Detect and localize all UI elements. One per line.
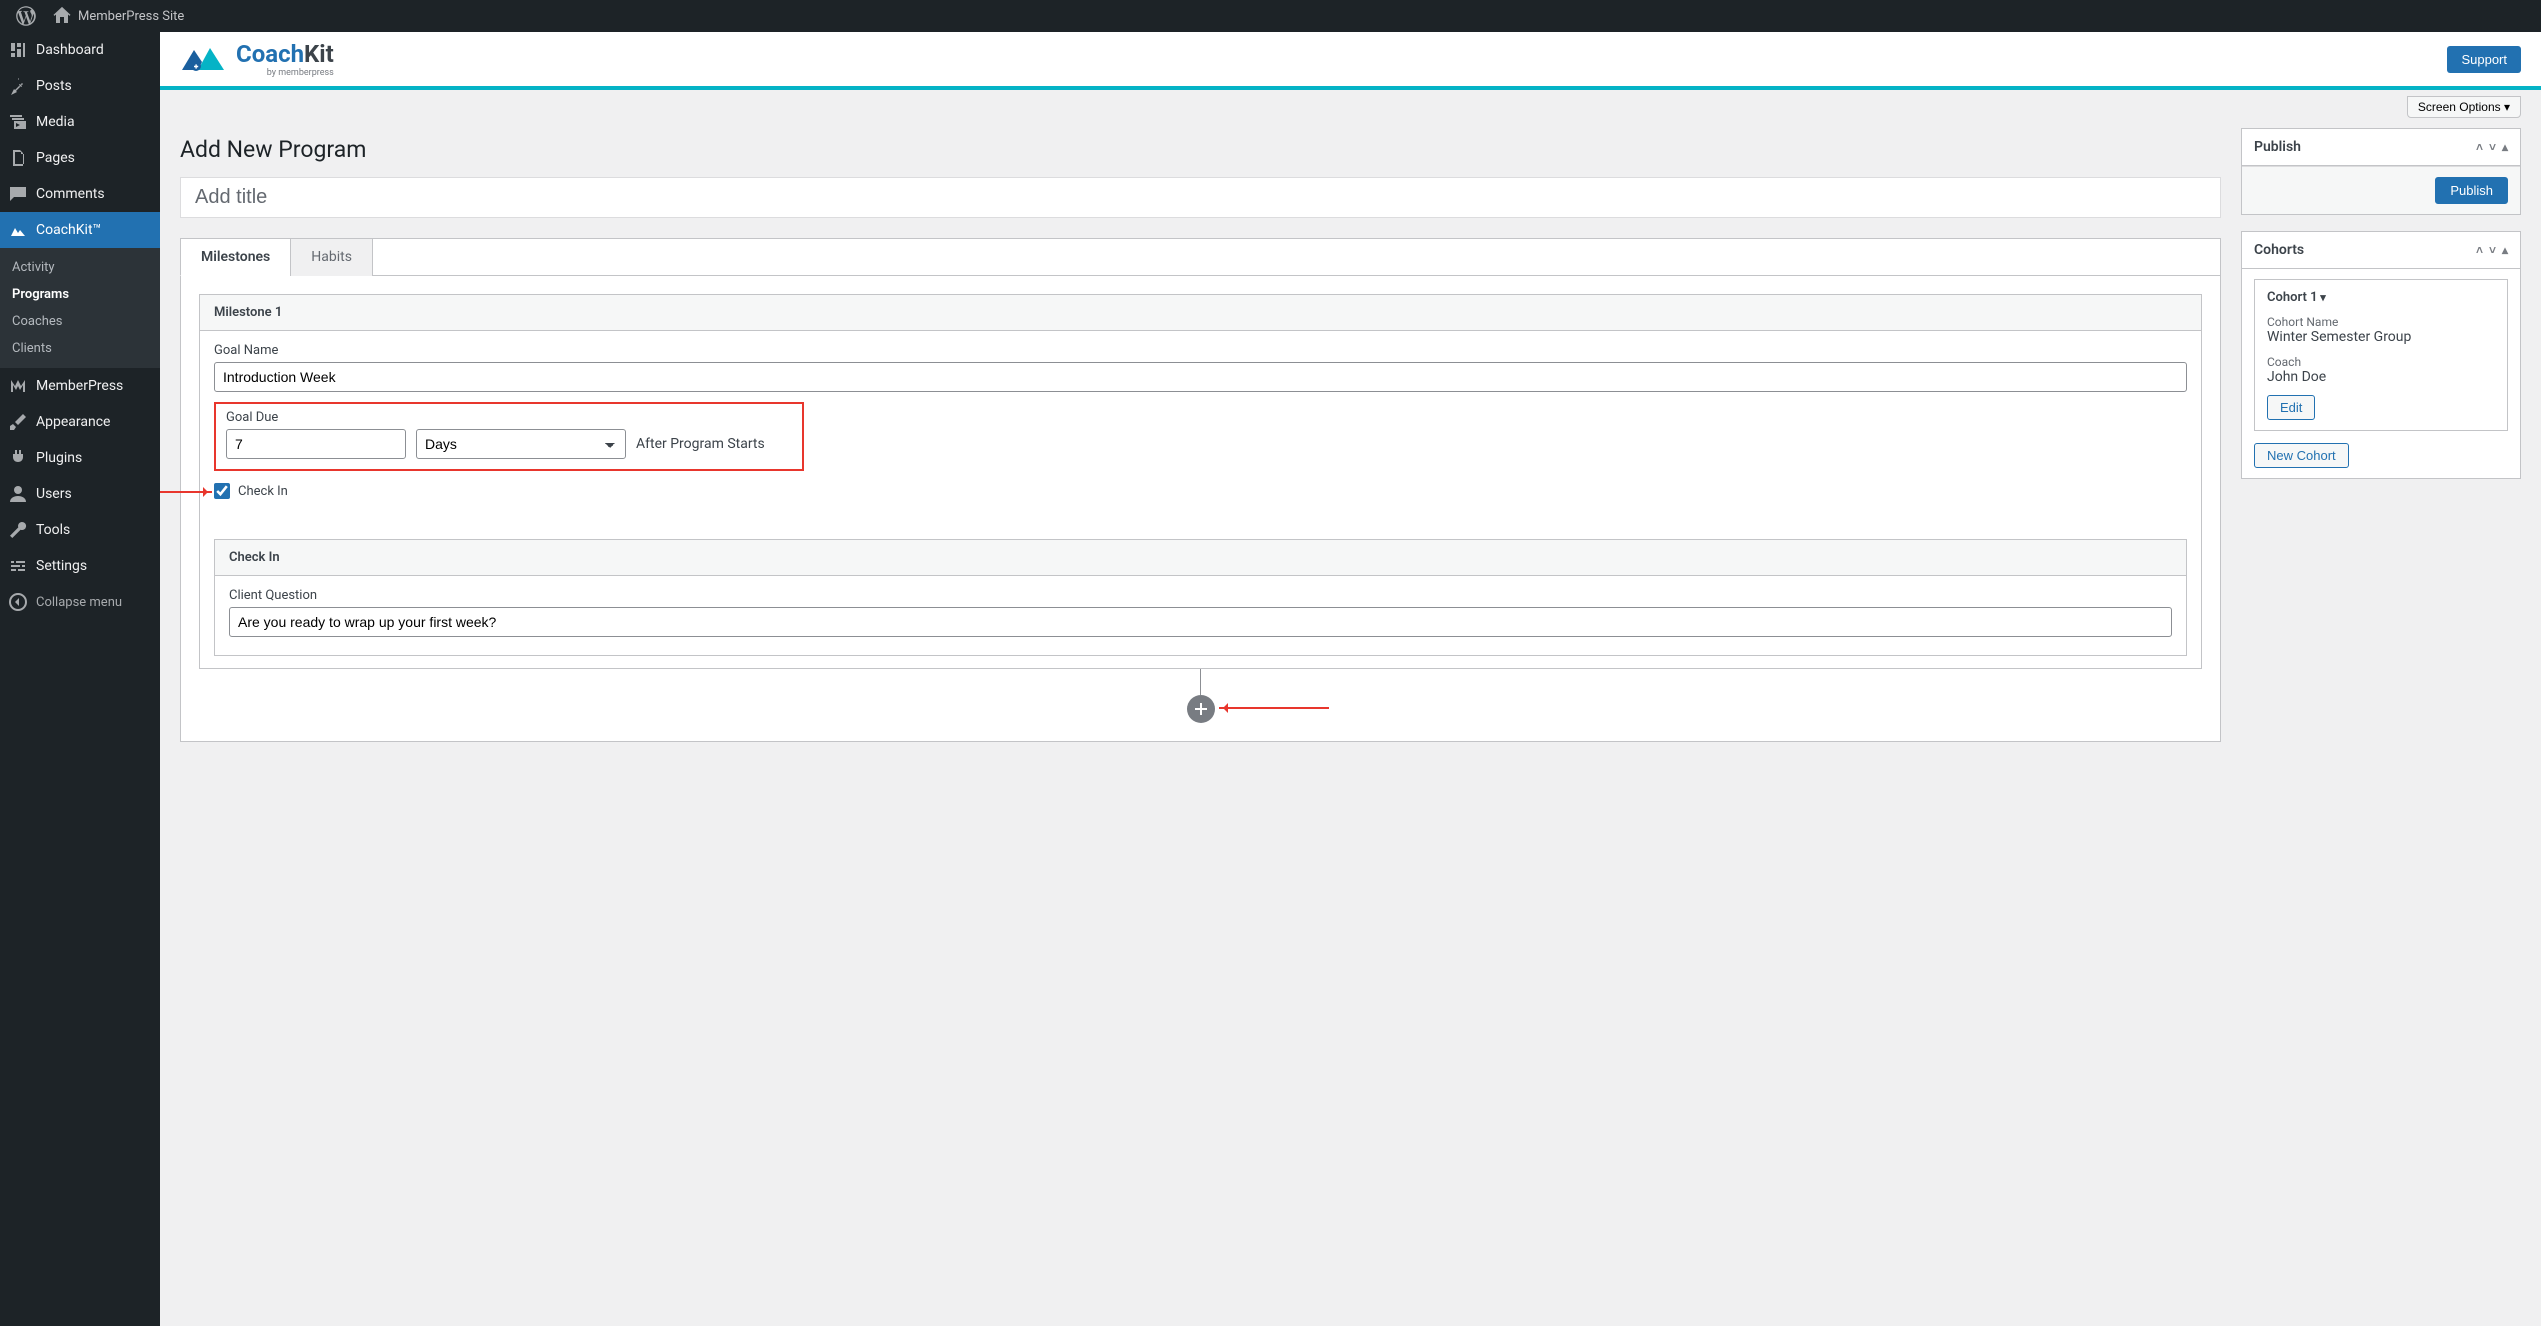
menu-dashboard[interactable]: Dashboard: [0, 32, 160, 68]
new-cohort-button[interactable]: New Cohort: [2254, 443, 2349, 468]
metabox-toggle-icon[interactable]: ▴: [2502, 140, 2508, 154]
client-question-label: Client Question: [229, 588, 2172, 603]
admin-sidebar: Dashboard Posts Media Pages Comments Coa…: [0, 32, 160, 1326]
content-area: CoachKit by memberpress Support Screen O…: [160, 32, 2541, 1326]
submenu-activity[interactable]: Activity: [0, 254, 160, 281]
wordpress-icon: [16, 6, 36, 26]
cohorts-title: Cohorts: [2254, 242, 2304, 258]
mountain-icon: [8, 220, 28, 240]
dashboard-icon: [8, 40, 28, 60]
metabox-up-icon[interactable]: ˄: [2476, 140, 2483, 154]
add-milestone-button[interactable]: [1187, 695, 1215, 723]
checkin-checkbox[interactable]: [214, 483, 230, 499]
goal-name-input[interactable]: [214, 362, 2187, 392]
goal-name-label: Goal Name: [214, 343, 2187, 358]
logo-mountain-icon: [180, 42, 230, 76]
goal-due-highlight: Goal Due Days After Program Starts: [214, 402, 804, 471]
goal-due-number-input[interactable]: [226, 429, 406, 459]
coach-label: Coach: [2267, 355, 2495, 369]
wrench-icon: [8, 520, 28, 540]
program-tabs-box: Milestones Habits Milestone 1 Goal Name: [180, 238, 2221, 742]
menu-appearance[interactable]: Appearance: [0, 404, 160, 440]
wp-logo[interactable]: [8, 0, 44, 32]
page-title: Add New Program: [180, 136, 2221, 163]
plugin-topbar: CoachKit by memberpress Support: [160, 32, 2541, 90]
admin-bar: MemberPress Site: [0, 0, 2541, 32]
annotation-arrow-left: [160, 491, 212, 493]
publish-title: Publish: [2254, 139, 2301, 155]
pages-icon: [8, 148, 28, 168]
cohort-card: Cohort 1 Cohort Name Winter Semester Gro…: [2254, 279, 2508, 431]
client-question-input[interactable]: [229, 607, 2172, 637]
coach-value: John Doe: [2267, 369, 2495, 385]
menu-posts[interactable]: Posts: [0, 68, 160, 104]
plus-icon: [1193, 701, 1209, 717]
site-home-link[interactable]: MemberPress Site: [44, 0, 192, 32]
menu-media[interactable]: Media: [0, 104, 160, 140]
home-icon: [52, 6, 72, 26]
comment-icon: [8, 184, 28, 204]
publish-button[interactable]: Publish: [2435, 177, 2508, 204]
milestone-card: Milestone 1 Goal Name Goal Due: [199, 294, 2202, 669]
tab-milestones[interactable]: Milestones: [180, 238, 291, 276]
cohort-name-value: Winter Semester Group: [2267, 329, 2495, 345]
menu-users[interactable]: Users: [0, 476, 160, 512]
collapse-menu[interactable]: Collapse menu: [0, 584, 160, 620]
media-icon: [8, 112, 28, 132]
goal-due-label: Goal Due: [226, 410, 406, 425]
cohort-name-label: Cohort Name: [2267, 315, 2495, 329]
plug-icon: [8, 448, 28, 468]
collapse-icon: [8, 592, 28, 612]
screen-options-button[interactable]: Screen Options ▾: [2407, 96, 2521, 118]
menu-memberpress[interactable]: MemberPress: [0, 368, 160, 404]
pin-icon: [8, 76, 28, 96]
annotation-arrow-right: [1219, 707, 1329, 709]
submenu-programs[interactable]: Programs: [0, 281, 160, 308]
submenu-clients[interactable]: Clients: [0, 335, 160, 362]
cohort-card-header[interactable]: Cohort 1: [2267, 290, 2495, 305]
edit-cohort-button[interactable]: Edit: [2267, 395, 2315, 420]
cohorts-metabox: Cohorts ˄ ˅ ▴ Cohort 1 Cohort Name Winte…: [2241, 231, 2521, 479]
coachkit-submenu: Activity Programs Coaches Clients: [0, 248, 160, 368]
sliders-icon: [8, 556, 28, 576]
metabox-toggle-icon[interactable]: ▴: [2502, 243, 2508, 257]
logo-text: CoachKit: [236, 40, 334, 68]
milestone-header: Milestone 1: [200, 295, 2201, 331]
publish-metabox: Publish ˄ ˅ ▴ Publish: [2241, 128, 2521, 215]
goal-due-after-text: After Program Starts: [636, 436, 765, 459]
coachkit-logo: CoachKit by memberpress: [180, 40, 334, 78]
menu-pages[interactable]: Pages: [0, 140, 160, 176]
menu-plugins[interactable]: Plugins: [0, 440, 160, 476]
program-title-input[interactable]: [180, 177, 2221, 218]
checkin-card: Check In Client Question: [214, 539, 2187, 656]
tab-habits[interactable]: Habits: [290, 238, 373, 276]
goal-due-unit-select[interactable]: Days: [416, 429, 626, 459]
user-icon: [8, 484, 28, 504]
menu-tools[interactable]: Tools: [0, 512, 160, 548]
brush-icon: [8, 412, 28, 432]
submenu-coaches[interactable]: Coaches: [0, 308, 160, 335]
metabox-down-icon[interactable]: ˅: [2489, 140, 2496, 154]
connector-line: [1200, 669, 1201, 695]
checkin-checkbox-label: Check In: [238, 484, 288, 499]
m-icon: [8, 376, 28, 396]
menu-settings[interactable]: Settings: [0, 548, 160, 584]
checkin-header: Check In: [215, 540, 2186, 576]
metabox-down-icon[interactable]: ˅: [2489, 243, 2496, 257]
metabox-up-icon[interactable]: ˄: [2476, 243, 2483, 257]
support-button[interactable]: Support: [2447, 46, 2521, 73]
logo-subtext: by memberpress: [236, 68, 334, 78]
site-name: MemberPress Site: [78, 9, 184, 24]
menu-coachkit[interactable]: CoachKit™: [0, 212, 160, 248]
menu-comments[interactable]: Comments: [0, 176, 160, 212]
